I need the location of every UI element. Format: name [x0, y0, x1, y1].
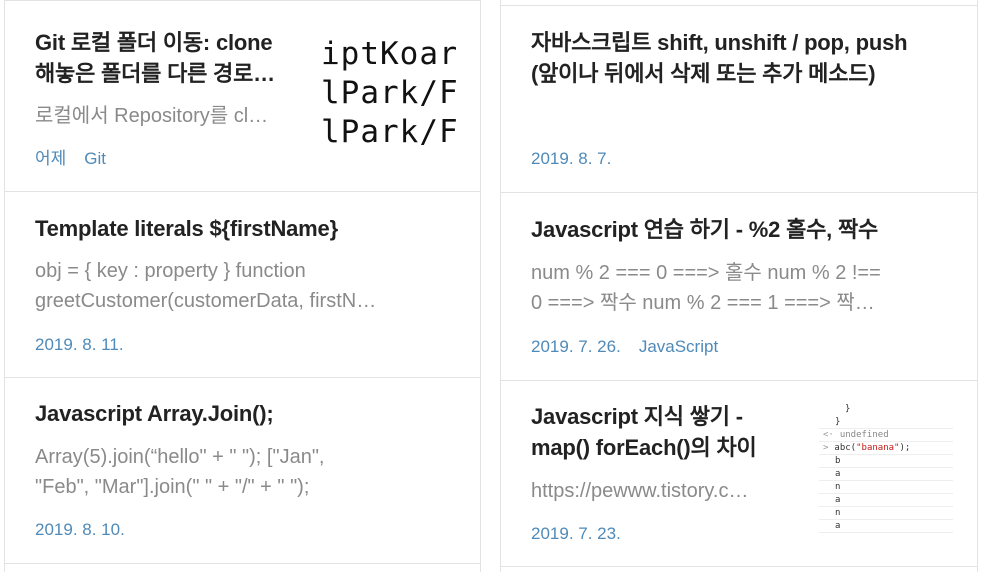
console-line: <· undefined: [819, 429, 953, 442]
post-thumbnail[interactable]: } } <· undefined > abc("banana"); b a n a …: [819, 403, 953, 548]
console-string: "banana": [856, 443, 900, 453]
thumbnail-code-line: iptKoar: [321, 36, 456, 72]
post-excerpt-line: num % 2 === 0 ===> 홀수 num % 2 !==: [531, 262, 881, 284]
console-output-line: a: [819, 468, 953, 481]
post-date: 2019. 8. 7.: [531, 149, 612, 168]
post-excerpt-line: obj = { key : property } function: [35, 260, 306, 282]
console-output-line: n: [819, 507, 953, 520]
post-card-array-join[interactable]: Javascript Array.Join(); Array(5).join(“…: [5, 377, 480, 564]
post-title-line: (앞이나 뒤에서 삭제 또는 추가 메소드): [531, 61, 876, 86]
post-excerpt-line: greetCustomer(customerData, firstN…: [35, 290, 377, 312]
post-list-right-column: 자바스크립트 shift, unshift / pop, push (앞이나 뒤…: [500, 0, 978, 572]
post-card-shift-unshift[interactable]: 자바스크립트 shift, unshift / pop, push (앞이나 뒤…: [501, 5, 977, 192]
post-meta: 2019. 7. 26. JavaScript: [531, 336, 736, 358]
thumbnail-code-line: lPark/F: [321, 75, 456, 111]
console-output-line: b: [819, 455, 953, 468]
post-card-map-foreach[interactable]: Javascript 지식 쌓기 - map() forEach()의 차이 h…: [501, 380, 977, 567]
post-title-line: Javascript 지식 쌓기 -: [531, 404, 743, 429]
post-excerpt: 로컬에서 Repository를 cl…: [35, 105, 269, 127]
post-meta: 어제 Git: [35, 148, 124, 170]
post-date: 어제: [35, 149, 67, 168]
post-list-left-column: Git 로컬 폴더 이동: clone 해놓은 폴더를 다른 경로… 로컬에서 …: [4, 0, 481, 572]
console-return-arrow-icon: <·: [823, 430, 834, 440]
post-title[interactable]: Javascript 지식 쌓기 - map() forEach()의 차이: [531, 401, 811, 463]
console-text: );: [899, 443, 911, 453]
post-thumbnail[interactable]: iptKoar lPark/F lPark/F: [321, 35, 456, 159]
post-title-line: 자바스크립트 shift, unshift / pop, push: [531, 30, 908, 55]
post-title-line: 해놓은 폴더를 다른 경로…: [35, 61, 275, 86]
console-output-line: n: [819, 481, 953, 494]
post-title-line: Git 로컬 폴더 이동: clone: [35, 30, 273, 55]
post-card-template-literals[interactable]: Template literals ${firstName} obj = { k…: [5, 191, 480, 377]
post-meta: 2019. 8. 11.: [35, 334, 142, 356]
post-card-odd-even[interactable]: Javascript 연습 하기 - %2 홀수, 짝수 num % 2 ===…: [501, 192, 977, 380]
post-meta: 2019. 8. 7.: [531, 148, 629, 170]
console-text: undefined: [839, 430, 889, 440]
post-category-link[interactable]: Git: [84, 149, 106, 168]
post-date: 2019. 8. 10.: [35, 520, 125, 539]
post-excerpt-line: "Feb", "Mar"].join(" " + "/" + " ");: [35, 476, 310, 498]
post-title[interactable]: Javascript 연습 하기 - %2 홀수, 짝수: [531, 214, 878, 245]
post-date: 2019. 8. 11.: [35, 335, 124, 354]
post-excerpt-line: Array(5).join(“hello" + " "); ["Jan",: [35, 446, 325, 468]
thumbnail-code-line: lPark/F: [321, 114, 456, 150]
post-meta: 2019. 8. 10.: [35, 519, 143, 541]
console-output-line: a: [819, 520, 953, 533]
console-line: }: [845, 404, 851, 414]
console-line: }: [819, 416, 953, 429]
console-line: > abc("banana");: [819, 442, 953, 455]
post-excerpt-line: 0 ===> 짝수 num % 2 === 1 ===> 짝…: [531, 292, 875, 314]
post-date: 2019. 7. 23.: [531, 524, 621, 543]
console-text: abc(: [834, 443, 857, 453]
post-title-line: map() forEach()의 차이: [531, 435, 757, 460]
console-output-line: a: [819, 494, 953, 507]
post-meta: 2019. 7. 23.: [531, 523, 639, 545]
post-title[interactable]: 자바스크립트 shift, unshift / pop, push (앞이나 뒤…: [531, 27, 908, 89]
post-category-link[interactable]: JavaScript: [639, 337, 718, 356]
post-card-git-folder[interactable]: Git 로컬 폴더 이동: clone 해놓은 폴더를 다른 경로… 로컬에서 …: [5, 0, 480, 191]
post-title[interactable]: Git 로컬 폴더 이동: clone 해놓은 폴더를 다른 경로…: [35, 27, 325, 89]
post-date: 2019. 7. 26.: [531, 337, 621, 356]
console-input-arrow-icon: >: [823, 443, 829, 453]
post-excerpt: https://pewww.tistory.c…: [531, 480, 749, 502]
post-title[interactable]: Template literals ${firstName}: [35, 213, 338, 244]
post-title[interactable]: Javascript Array.Join();: [35, 398, 274, 429]
